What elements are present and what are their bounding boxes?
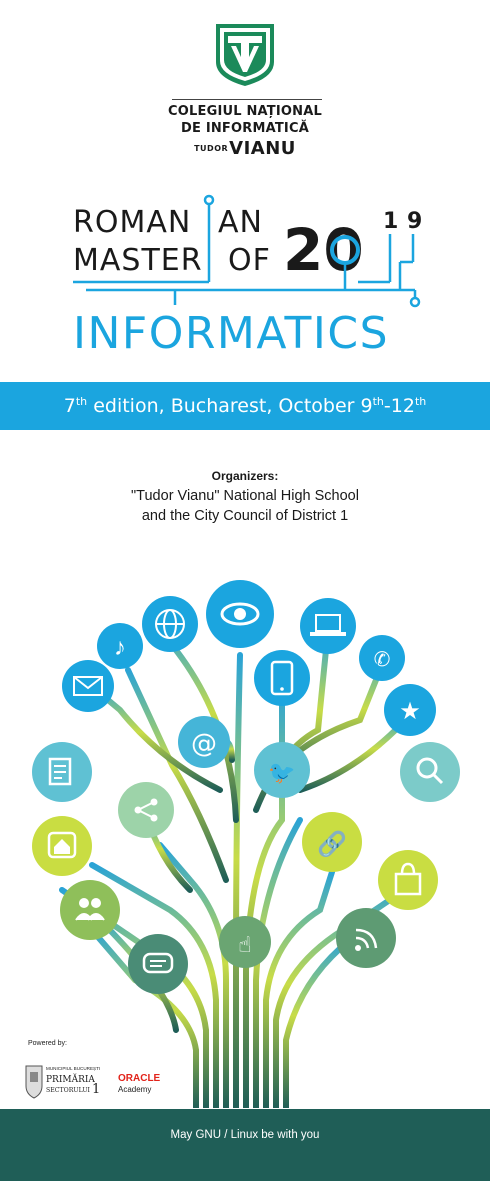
- laptop-icon: [300, 598, 356, 654]
- svg-text:✆: ✆: [374, 649, 391, 671]
- chat-icon: [128, 934, 188, 994]
- svg-text:🐦: 🐦: [268, 760, 295, 785]
- organizers-line2: and the City Council of District 1: [141, 508, 349, 524]
- powered-by-label: Powered by:: [28, 1040, 67, 1047]
- title-word-roman: ROMAN: [73, 205, 191, 240]
- primaria-mid: PRIMĂRIA: [46, 1073, 95, 1085]
- edition-start-suffix: th: [372, 395, 384, 408]
- title-word-an: AN: [218, 205, 263, 240]
- organizers-line1: "Tudor Vianu" National High School: [131, 488, 359, 504]
- svg-text:TV: TV: [214, 22, 216, 23]
- school-name-line2: DE INFORMATICĂ: [181, 121, 309, 136]
- primaria-num: 1: [92, 1082, 100, 1097]
- zoom-icon: [400, 742, 460, 802]
- school-name-line1: COLEGIUL NAȚIONAL: [168, 104, 322, 119]
- svg-text:@: @: [191, 729, 217, 759]
- edition-banner: 7th edition, Bucharest, October 9th-12th: [0, 382, 490, 430]
- school-name-small: TUDOR: [194, 144, 229, 153]
- mail-icon: [62, 660, 114, 712]
- share-icon: [118, 782, 174, 838]
- school-shield-logo: TV: [214, 22, 274, 86]
- mobile-icon: [254, 650, 310, 706]
- edition-location-date: edition, Bucharest, October 9: [87, 395, 373, 417]
- title-discipline: INFORMATICS: [73, 308, 389, 359]
- edition-number: 7: [63, 395, 76, 417]
- footer-band: May GNU / Linux be with you: [0, 1109, 490, 1181]
- academy-word: Academy: [118, 1085, 151, 1094]
- svg-text:🔗: 🔗: [317, 829, 347, 858]
- title-word-master: MASTER: [73, 243, 203, 278]
- svg-text:☝: ☝: [238, 932, 251, 957]
- school-divider: [172, 99, 322, 100]
- edition-end-suffix: th: [414, 395, 427, 408]
- technology-tree-illustration: ♪ ✆ ★ @ 🐦 🔗 ☝: [32, 580, 460, 1108]
- title-word-of: OF: [228, 243, 271, 278]
- primaria-sector1-logo: MUNICIPIUL BUCUREȘTI PRIMĂRIA SECTORULUI…: [25, 1065, 100, 1099]
- title-year-small-2: 9: [407, 209, 422, 234]
- event-title-graphic: ROMAN AN MASTER OF 20 1 9 INFORMATICS: [73, 194, 422, 359]
- organizers-label: Organizers:: [211, 469, 279, 483]
- title-year-small-1: 1: [383, 209, 398, 234]
- primaria-top: MUNICIPIUL BUCUREȘTI: [46, 1066, 100, 1071]
- oracle-word: ORACLE: [118, 1073, 161, 1084]
- title-year-big: 20: [283, 216, 364, 284]
- footer-motto: May GNU / Linux be with you: [170, 1129, 320, 1141]
- edition-number-suffix: th: [75, 395, 88, 408]
- shopping-bag-icon: [378, 850, 438, 910]
- edition-end-date: -12: [383, 395, 415, 417]
- svg-text:★: ★: [399, 698, 421, 725]
- oracle-academy-logo: ORACLE Academy: [118, 1073, 161, 1094]
- school-name-line3: TUDORVIANU: [0, 138, 490, 159]
- users-icon: [60, 880, 120, 940]
- rss-icon: [336, 908, 396, 968]
- school-name-big: VIANU: [229, 138, 296, 159]
- primaria-bottom: SECTORULUI: [46, 1087, 91, 1094]
- svg-text:♪: ♪: [114, 634, 126, 661]
- edition-text: 7th edition, Bucharest, October 9th-12th: [64, 395, 426, 417]
